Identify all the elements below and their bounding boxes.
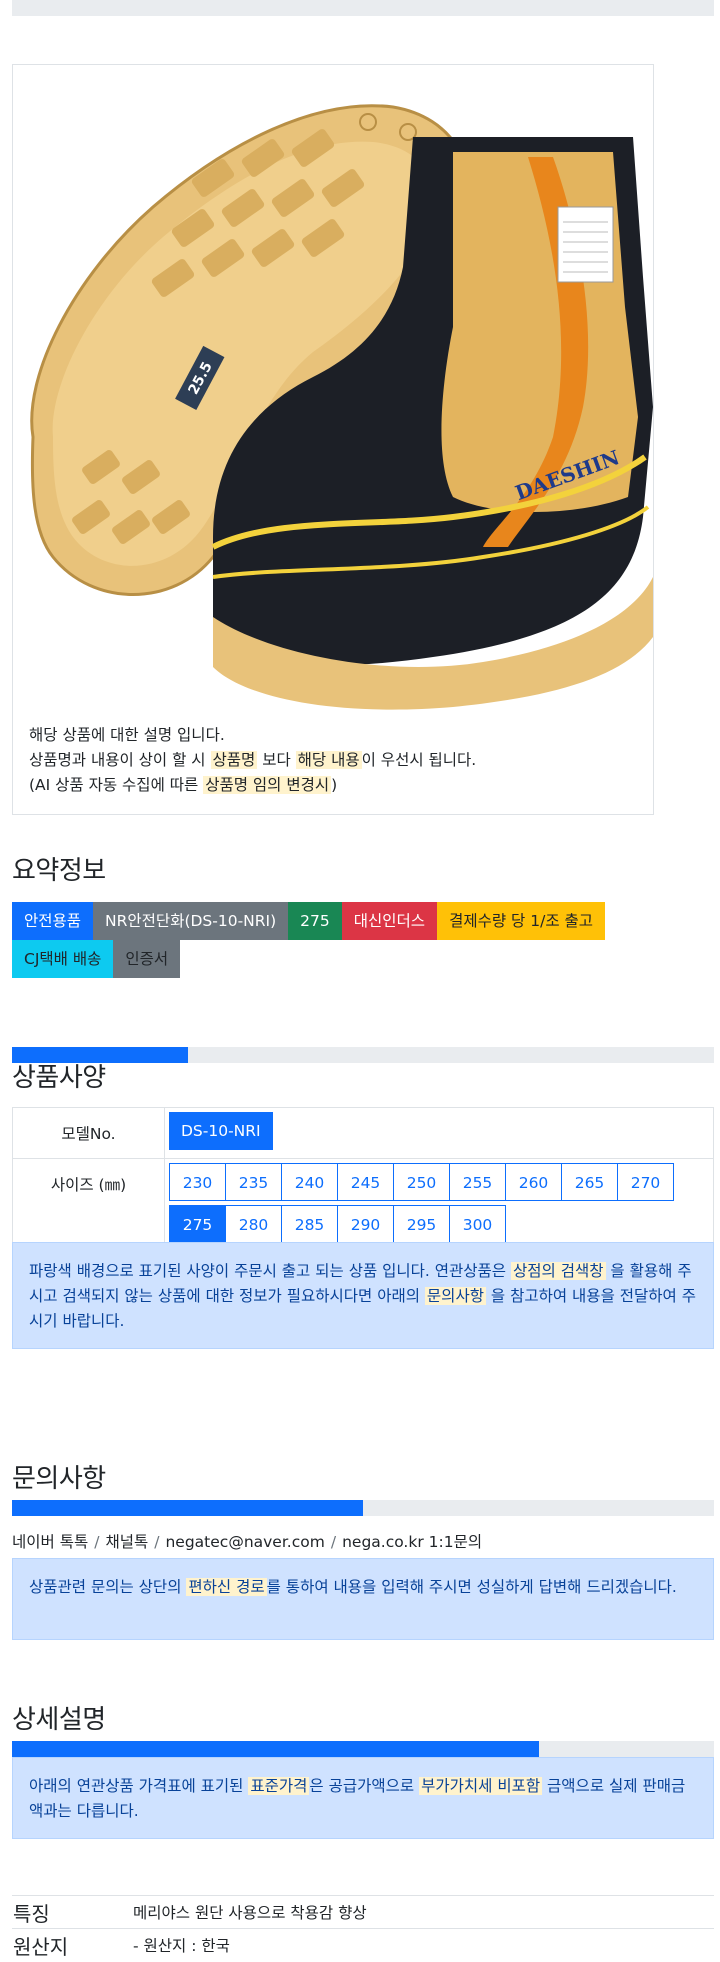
top-divider [12, 0, 714, 16]
size-option-275[interactable]: 275 [169, 1205, 226, 1243]
model-button[interactable]: DS-10-NRI [169, 1112, 273, 1150]
model-label: 모델No. [12, 1107, 165, 1159]
desc-text: 보다 [257, 751, 296, 769]
product-card: 25.5 DAESHIN 해당 상품에 대한 설명 입니다. 상품명과 내용이 … [12, 64, 654, 815]
notice-text: 아래의 연관상품 가격표에 표기된 [29, 1777, 249, 1795]
spec-progress [12, 1047, 714, 1063]
spec-row-size: 사이즈 (㎜) 230 235 240 245 250 255 260 265 270 275 28… [12, 1158, 714, 1253]
desc-text: (AI 상품 자동 수집에 따른 [29, 776, 204, 794]
size-option-230[interactable]: 230 [169, 1163, 226, 1201]
badge-order-unit: 결제수량 당 1/조 출고 [437, 902, 606, 940]
feature-label: 원산지 [12, 1928, 132, 1962]
summary-title: 요약정보 [12, 856, 106, 886]
highlight: 상품명 임의 변경시 [203, 776, 332, 794]
link-naver-talk[interactable]: 네이버 톡톡 [12, 1533, 88, 1551]
size-cell: 230 235 240 245 250 255 260 265 270 275 280 285 290 2… [164, 1158, 714, 1253]
spec-title: 상품사양 [12, 1063, 106, 1093]
highlight: 상품명 [210, 751, 258, 769]
detail-notice: 아래의 연관상품 가격표에 표기된 표준가격 은 공급가액으로 부가가치세 비포함… [12, 1757, 714, 1839]
link-channel-talk[interactable]: 채널톡 [105, 1533, 148, 1551]
inquiry-notice: 상품관련 문의는 상단의 편하신 경로 를 통하여 내용을 입력해 주시면 성실하… [12, 1558, 714, 1640]
size-option-290[interactable]: 290 [337, 1205, 394, 1243]
highlight: 문의사항 [424, 1287, 486, 1305]
inquiry-links: 네이버 톡톡 / 채널톡 / negatec@naver.com / nega.co.kr … [12, 1530, 482, 1552]
inquiry-progress [12, 1500, 714, 1516]
summary-badges: 안전용품 NR안전단화(DS-10-NRI) 275 대신인더스 결제수량 당 … [12, 902, 672, 978]
highlight: 해당 내용 [295, 751, 362, 769]
separator: / [94, 1533, 100, 1551]
separator: / [154, 1533, 160, 1551]
highlight: 부가가치세 비포함 [419, 1777, 543, 1795]
detail-progress-fill [12, 1741, 539, 1757]
detail-title: 상세설명 [12, 1705, 106, 1735]
badge-product-name: NR안전단화(DS-10-NRI) [93, 902, 289, 940]
spec-row-model: 모델No. DS-10-NRI [12, 1107, 714, 1159]
desc-line-2: 상품명과 내용이 상이 할 시 상품명 보다 해당 내용 이 우선시 됩니다. [29, 748, 476, 773]
size-option-285[interactable]: 285 [281, 1205, 338, 1243]
product-image: 25.5 DAESHIN [30, 104, 653, 710]
feature-table: 특징 메리야스 원단 사용으로 착용감 향상 원산지 - 원산지 : 한국 [12, 1895, 714, 1962]
product-description: 해당 상품에 대한 설명 입니다. 상품명과 내용이 상이 할 시 상품명 보다… [29, 723, 476, 798]
inquiry-progress-fill [12, 1500, 363, 1516]
spec-table: 모델No. DS-10-NRI 사이즈 (㎜) 230 235 240 245 250 2… [12, 1107, 714, 1253]
badge-category: 안전용품 [12, 902, 94, 940]
size-option-280[interactable]: 280 [225, 1205, 282, 1243]
link-site-inquiry[interactable]: nega.co.kr 1:1문의 [342, 1533, 482, 1551]
size-option-255[interactable]: 255 [449, 1163, 506, 1201]
desc-text: 상품명과 내용이 상이 할 시 [29, 751, 211, 769]
size-option-270[interactable]: 270 [617, 1163, 674, 1201]
spec-notice: 파랑색 배경으로 표기된 사양이 주문시 출고 되는 상품 입니다. 연관상품은… [12, 1242, 714, 1349]
size-options: 230 235 240 245 250 255 260 265 270 275 280 285 290 2… [169, 1163, 709, 1247]
desc-line-1: 해당 상품에 대한 설명 입니다. [29, 726, 225, 744]
size-option-295[interactable]: 295 [393, 1205, 450, 1243]
feature-value: - 원산지 : 한국 [132, 1928, 714, 1962]
desc-text: 이 우선시 됩니다. [361, 751, 477, 769]
model-cell: DS-10-NRI [164, 1107, 714, 1159]
notice-text: 를 통하여 내용을 입력해 주시면 성실하게 답변해 드리겠습니다. [266, 1578, 677, 1596]
size-option-235[interactable]: 235 [225, 1163, 282, 1201]
feature-row: 원산지 - 원산지 : 한국 [12, 1928, 714, 1962]
badge-shipping: CJ택배 배송 [12, 940, 114, 978]
link-email[interactable]: negatec@naver.com [165, 1533, 324, 1551]
size-option-245[interactable]: 245 [337, 1163, 394, 1201]
highlight: 표준가격 [248, 1777, 310, 1795]
feature-label: 특징 [12, 1895, 132, 1929]
size-option-250[interactable]: 250 [393, 1163, 450, 1201]
desc-text: ) [331, 776, 338, 794]
size-option-240[interactable]: 240 [281, 1163, 338, 1201]
desc-line-3: (AI 상품 자동 수집에 따른 상품명 임의 변경시) [29, 773, 476, 798]
highlight: 편하신 경로 [186, 1578, 267, 1596]
badge-certificate: 인증서 [113, 940, 181, 978]
size-label: 사이즈 (㎜) [12, 1158, 165, 1253]
inquiry-title: 문의사항 [12, 1464, 106, 1494]
notice-text: 파랑색 배경으로 표기된 사양이 주문시 출고 되는 상품 입니다. 연관상품은 [29, 1262, 511, 1280]
feature-value: 메리야스 원단 사용으로 착용감 향상 [132, 1895, 714, 1929]
badge-manufacturer: 대신인더스 [341, 902, 438, 940]
notice-text: 상품관련 문의는 상단의 [29, 1578, 187, 1596]
feature-row: 특징 메리야스 원단 사용으로 착용감 향상 [12, 1895, 714, 1929]
notice-text: 은 공급가액으로 [309, 1777, 420, 1795]
detail-progress [12, 1741, 714, 1757]
size-option-260[interactable]: 260 [505, 1163, 562, 1201]
separator: / [330, 1533, 337, 1551]
highlight: 상점의 검색창 [511, 1262, 606, 1280]
size-option-300[interactable]: 300 [449, 1205, 506, 1243]
size-option-265[interactable]: 265 [561, 1163, 618, 1201]
badge-size: 275 [288, 902, 342, 940]
